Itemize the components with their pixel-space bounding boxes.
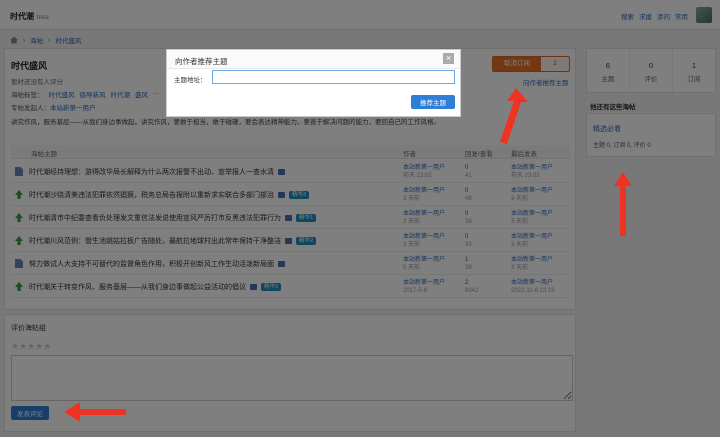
topic-url-label: 主题地址：: [174, 77, 207, 84]
annotation-arrow-icon: [614, 172, 632, 236]
recommend-topic-dialog: 向作者推荐主题 × 主题地址： 推荐主题: [166, 49, 461, 117]
annotation-arrow-icon: [64, 402, 126, 422]
dialog-title: 向作者推荐主题: [175, 57, 228, 66]
annotation-arrow-icon: [500, 88, 528, 144]
close-icon[interactable]: ×: [443, 53, 454, 64]
topic-url-input[interactable]: [212, 70, 455, 84]
recommend-submit-button[interactable]: 推荐主题: [411, 95, 455, 109]
dialog-header: 向作者推荐主题 ×: [167, 50, 460, 69]
